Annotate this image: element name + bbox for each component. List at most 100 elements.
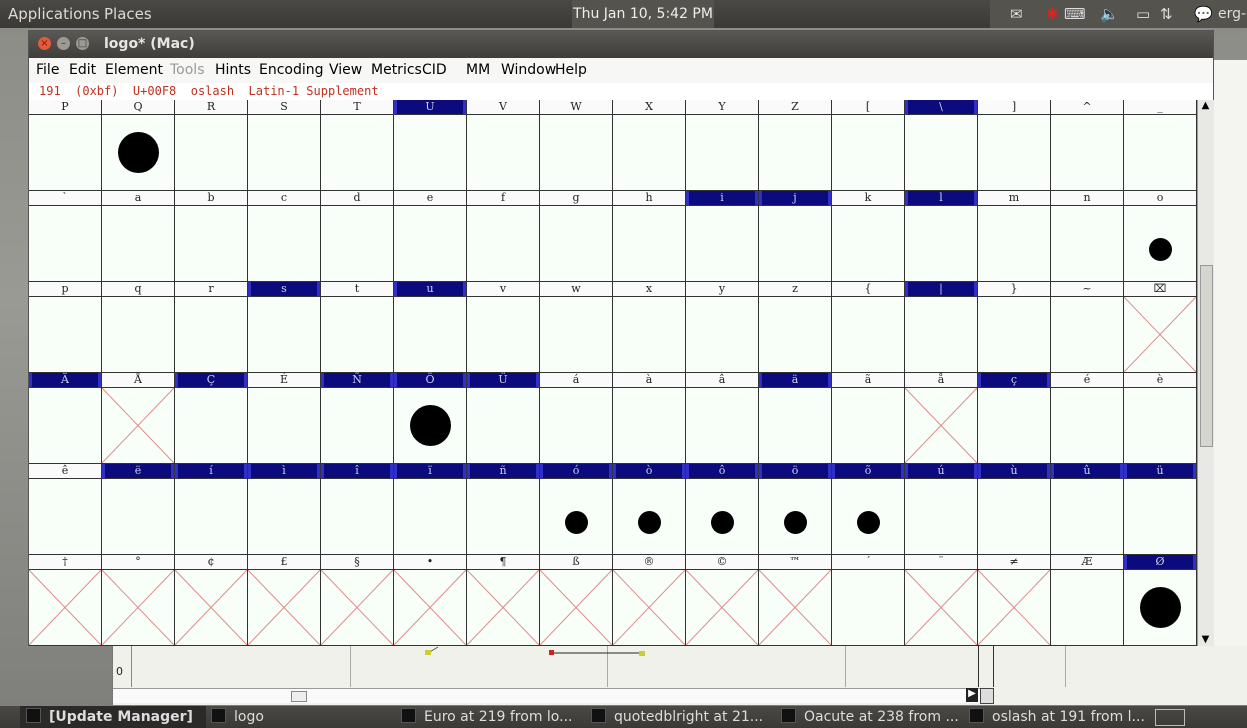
glyph-cell[interactable]: ê (29, 464, 102, 555)
vertical-scrollbar[interactable]: ▲ ▼ (1197, 100, 1214, 646)
glyph-cell[interactable]: Å (102, 373, 175, 464)
glyph-cell[interactable]: ^ (1051, 100, 1124, 191)
glyph-cell[interactable]: j (759, 191, 832, 282)
glyph-cell[interactable]: ó (540, 464, 613, 555)
glyph-cell[interactable]: S (248, 100, 321, 191)
glyph-cell[interactable]: Z (759, 100, 832, 191)
taskbar-item[interactable]: Oacute at 238 from ... (775, 706, 966, 728)
glyph-cell[interactable]: w (540, 282, 613, 373)
glyph-cell[interactable]: } (978, 282, 1051, 373)
glyph-cell[interactable]: ã (832, 373, 905, 464)
glyph-cell[interactable]: ì (248, 464, 321, 555)
glyph-cell[interactable]: n (1051, 191, 1124, 282)
title-bar[interactable]: × – □ logo* (Mac) (29, 31, 1213, 58)
taskbar-item[interactable]: oslash at 191 from l... (963, 706, 1154, 728)
glyph-cell[interactable]: â (686, 373, 759, 464)
maximize-icon[interactable]: □ (76, 37, 89, 50)
glyph-cell[interactable]: û (1051, 464, 1124, 555)
glyph-cell[interactable]: U (394, 100, 467, 191)
glyph-cell[interactable]: ™ (759, 555, 832, 646)
glyph-cell[interactable]: { (832, 282, 905, 373)
glyph-cell[interactable]: l (905, 191, 978, 282)
glyph-cell[interactable]: q (102, 282, 175, 373)
mail-icon[interactable]: ✉ (1010, 5, 1023, 23)
glyph-cell[interactable]: í (175, 464, 248, 555)
glyph-cell[interactable]: à (613, 373, 686, 464)
glyph-cell[interactable]: W (540, 100, 613, 191)
menu-cid[interactable]: CID (422, 62, 447, 78)
keyboard-icon[interactable]: ⌨ (1064, 5, 1086, 23)
scroll-down-arrow[interactable]: ▼ (1198, 634, 1213, 646)
glyph-cell[interactable]: © (686, 555, 759, 646)
menu-window[interactable]: Window (501, 62, 556, 78)
glyph-cell[interactable]: ö (759, 464, 832, 555)
glyph-cell[interactable]: o (1124, 191, 1197, 282)
glyph-cell[interactable]: h (613, 191, 686, 282)
glyph-cell[interactable]: Ä (29, 373, 102, 464)
workspace-switcher[interactable] (1155, 709, 1185, 726)
glyph-cell[interactable]: X (613, 100, 686, 191)
glyph-cell[interactable]: ¢ (175, 555, 248, 646)
taskbar-item[interactable]: quotedblright at 21... (585, 706, 776, 728)
applications-menu[interactable]: Applications (8, 5, 100, 23)
user-name[interactable]: erg- (1218, 5, 1246, 23)
menu-encoding[interactable]: Encoding (259, 62, 324, 78)
glyph-cell[interactable]: p (29, 282, 102, 373)
glyph-cell[interactable]: s (248, 282, 321, 373)
glyph-cell[interactable]: Q (102, 100, 175, 191)
glyph-cell[interactable]: [ (832, 100, 905, 191)
glyph-cell[interactable]: ù (978, 464, 1051, 555)
menu-metrics[interactable]: Metrics (371, 62, 422, 78)
glyph-cell[interactable]: Y (686, 100, 759, 191)
taskbar-item[interactable]: [Update Manager] (20, 706, 206, 728)
glyph-cell[interactable]: ` (29, 191, 102, 282)
glyph-cell[interactable]: ä (759, 373, 832, 464)
glyph-cell[interactable]: Ø (1124, 555, 1197, 646)
glyph-cell[interactable]: V (467, 100, 540, 191)
menu-mm[interactable]: MM (466, 62, 490, 78)
menu-element[interactable]: Element (105, 62, 163, 78)
glyph-cell[interactable]: y (686, 282, 759, 373)
chat-icon[interactable]: 💬 (1194, 5, 1213, 23)
glyph-cell[interactable]: Ç (175, 373, 248, 464)
glyph-cell[interactable]: ] (978, 100, 1051, 191)
glyph-cell[interactable]: å (905, 373, 978, 464)
glyph-cell[interactable]: i (686, 191, 759, 282)
glyph-cell[interactable]: ¨ (905, 555, 978, 646)
taskbar-item[interactable]: Euro at 219 from lo... (395, 706, 586, 728)
glyph-cell[interactable]: P (29, 100, 102, 191)
glyph-cell[interactable]: e (394, 191, 467, 282)
glyph-cell[interactable]: T (321, 100, 394, 191)
glyph-cell[interactable]: ~ (1051, 282, 1124, 373)
network-icon[interactable]: ⇅ (1160, 5, 1173, 23)
glyph-cell[interactable]: é (1051, 373, 1124, 464)
update-icon[interactable]: ✱ (1046, 5, 1059, 23)
taskbar-item[interactable]: logo (205, 706, 396, 728)
glyph-cell[interactable]: x (613, 282, 686, 373)
glyph-cell[interactable]: R (175, 100, 248, 191)
glyph-cell[interactable]: á (540, 373, 613, 464)
glyph-cell[interactable]: è (1124, 373, 1197, 464)
glyph-cell[interactable]: g (540, 191, 613, 282)
scroll-right-arrow[interactable]: ▶ (966, 688, 978, 702)
glyph-cell[interactable]: ⌧ (1124, 282, 1197, 373)
glyph-cell[interactable]: Ö (394, 373, 467, 464)
battery-icon[interactable]: ▭ (1136, 5, 1150, 23)
horizontal-scrollbar[interactable] (113, 688, 983, 703)
menu-edit[interactable]: Edit (69, 62, 96, 78)
glyph-cell[interactable]: • (394, 555, 467, 646)
glyph-cell[interactable]: ® (613, 555, 686, 646)
glyph-cell[interactable]: t (321, 282, 394, 373)
glyph-cell[interactable]: Ñ (321, 373, 394, 464)
glyph-cell[interactable]: ¶ (467, 555, 540, 646)
menu-help[interactable]: Help (555, 62, 587, 78)
glyph-cell[interactable]: v (467, 282, 540, 373)
minimize-icon[interactable]: – (57, 37, 70, 50)
glyph-cell[interactable]: Æ (1051, 555, 1124, 646)
glyph-cell[interactable]: î (321, 464, 394, 555)
glyph-cell[interactable]: ï (394, 464, 467, 555)
glyph-cell[interactable]: § (321, 555, 394, 646)
zoom-icon[interactable] (980, 688, 994, 704)
glyph-cell[interactable]: ü (1124, 464, 1197, 555)
glyph-cell[interactable]: | (905, 282, 978, 373)
